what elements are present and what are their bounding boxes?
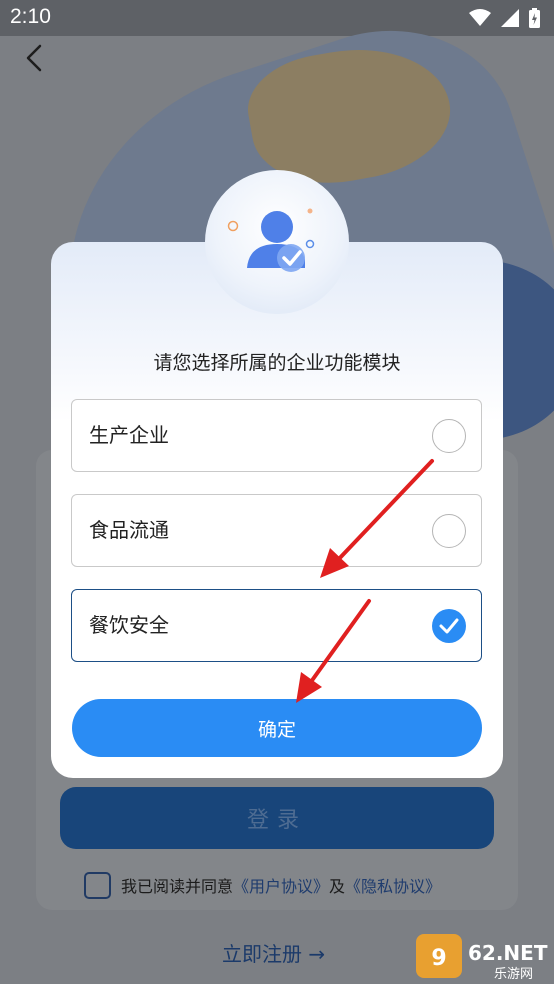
svg-text:9: 9 [431,946,446,971]
register-link[interactable]: 立即注册 → [222,938,325,967]
privacy-policy-link[interactable]: 《隐私协议》 [345,873,441,897]
status-time: 2:10 [10,5,51,28]
radio-button[interactable] [432,514,466,548]
svg-text:62.NET: 62.NET [468,941,548,965]
svg-text:乐游网: 乐游网 [494,967,533,982]
battery-icon [529,8,540,28]
user-agreement-link[interactable]: 《用户协议》 [233,873,329,897]
status-bar: 2:10 [0,0,554,36]
chevron-left-icon [26,44,42,72]
radio-button-checked[interactable] [432,609,466,643]
checkmark-icon [439,618,459,634]
watermark-logo: 9 62.NET 乐游网 [414,930,550,982]
option-label: 食品流通 [89,518,169,542]
back-button[interactable] [20,42,52,74]
option-catering-safety[interactable]: 餐饮安全 [71,589,482,662]
agreement-checkbox[interactable] [84,871,111,899]
option-label: 生产企业 [89,423,169,447]
radio-button[interactable] [432,419,466,453]
option-food-circulation[interactable]: 食品流通 [71,494,482,567]
agreement-text: 我已阅读并同意 [121,877,234,896]
login-button[interactable]: 登录 [60,787,494,849]
option-production-enterprise[interactable]: 生产企业 [71,399,482,472]
option-label: 餐饮安全 [89,613,169,637]
signal-icon [501,9,519,27]
dialog-title: 请您选择所属的企业功能模块 [153,352,401,374]
user-check-icon [227,208,315,272]
confirm-button[interactable]: 确定 [72,699,482,757]
agreement-row: 我已阅读并同意 《用户协议》 及 《隐私协议》 [84,870,441,900]
status-icons [469,8,540,28]
agreement-and-text: 及 [329,877,346,896]
wifi-icon [469,9,491,26]
dialog-avatar [205,170,349,314]
